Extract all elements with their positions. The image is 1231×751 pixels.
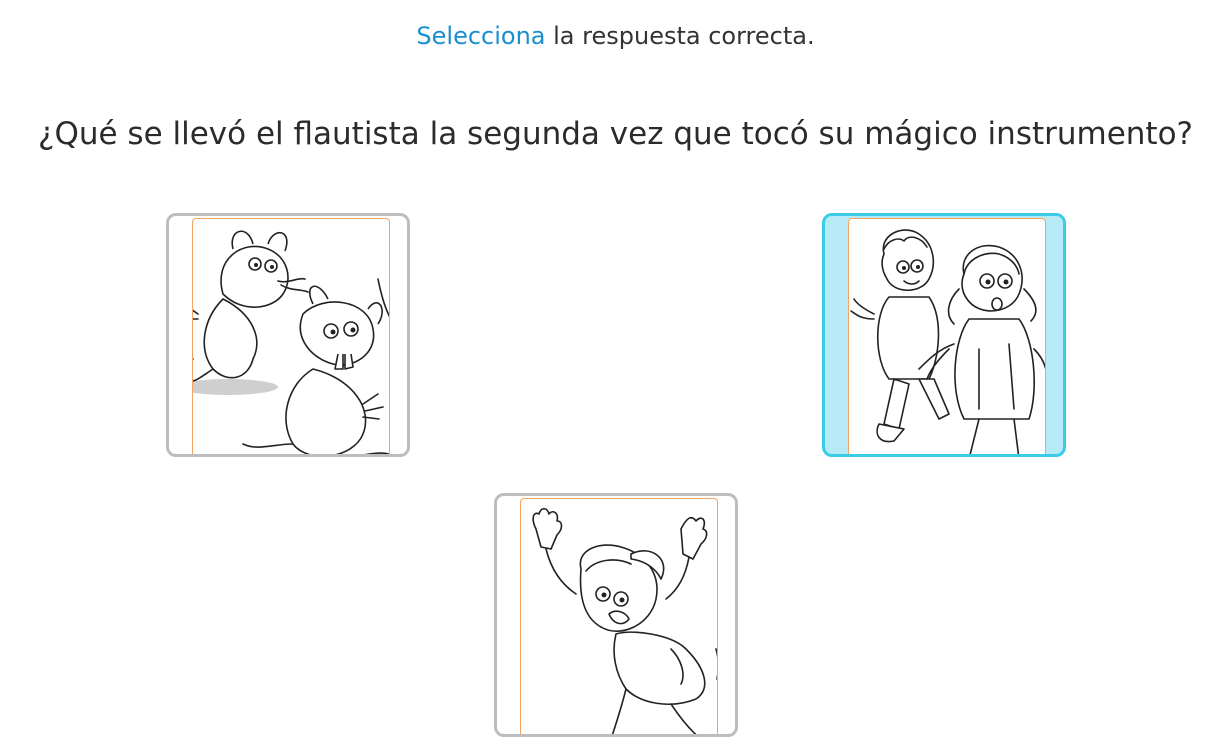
question-text: ¿Qué se llevó el flautista la segunda ve… [37, 116, 1194, 152]
rats-illustration [193, 230, 389, 454]
children-illustration [850, 229, 1045, 454]
woman-illustration [532, 507, 717, 734]
instruction-highlight: Selecciona [416, 22, 546, 50]
instruction-rest: la respuesta correcta. [545, 22, 815, 50]
instruction-text: Selecciona la respuesta correcta. [0, 22, 1231, 50]
option-frame [848, 218, 1046, 454]
answer-option-children[interactable] [822, 213, 1066, 457]
option-frame [192, 218, 390, 454]
option-frame [520, 498, 718, 734]
answer-option-rats[interactable] [166, 213, 410, 457]
answer-option-woman[interactable] [494, 493, 738, 737]
